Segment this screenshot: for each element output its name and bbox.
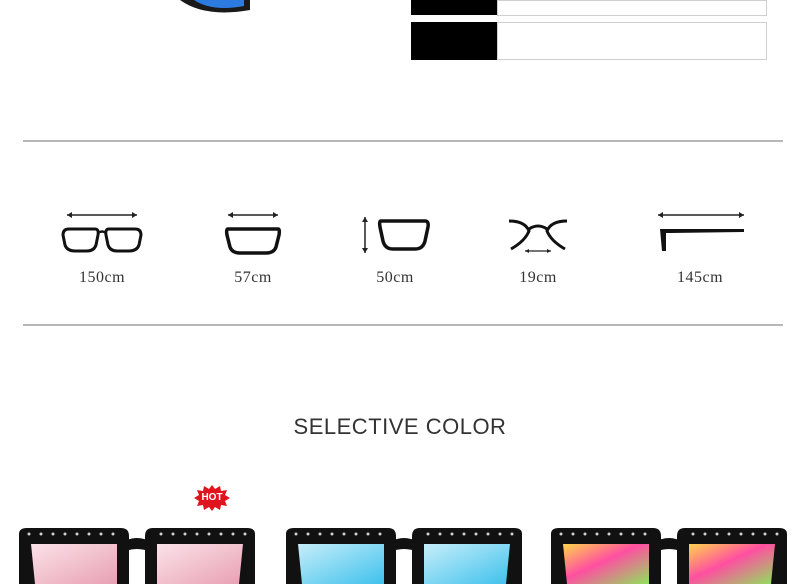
frame-height-icon [362, 217, 430, 253]
lens-width-icon [61, 212, 143, 253]
table-row-label [411, 22, 497, 60]
sunglasses-partial-image [180, 0, 250, 13]
measurement-frame-height: 50cm [335, 205, 455, 287]
measurement-label: 57cm [234, 269, 272, 286]
measurement-lens-width: 150cm [42, 205, 162, 287]
measurement-bridge-width: 19cm [478, 205, 598, 287]
badge-text: HOT [201, 492, 223, 503]
measurement-label: 150cm [78, 269, 126, 286]
measurement-lens-height: 57cm [193, 205, 313, 287]
divider-top [23, 140, 783, 142]
measurement-label: 145cm [676, 269, 724, 286]
product-sunglasses-blue[interactable] [284, 524, 524, 584]
bridge-width-icon [508, 219, 568, 253]
measurement-temple-length: 145cm [640, 205, 760, 287]
lens-height-icon [224, 212, 282, 255]
measurement-label: 50cm [376, 269, 414, 286]
temple-length-icon [658, 212, 744, 251]
product-sunglasses-pink[interactable] [17, 524, 257, 584]
measurement-label: 19cm [519, 269, 557, 286]
table-row-label [411, 0, 497, 15]
divider-bottom [23, 324, 783, 326]
hot-badge: HOT [194, 485, 230, 511]
section-title: SELECTIVE COLOR [293, 414, 507, 439]
table-row-value [497, 0, 767, 16]
product-sunglasses-rainbow[interactable] [549, 524, 789, 584]
table-row-value [497, 22, 767, 60]
